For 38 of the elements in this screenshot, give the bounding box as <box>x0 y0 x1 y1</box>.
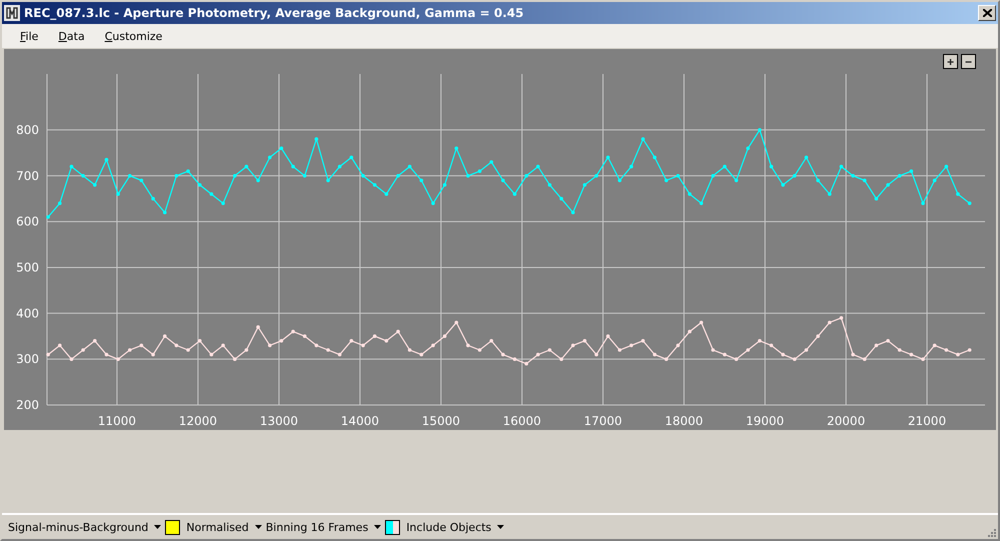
close-icon <box>982 9 992 17</box>
x-tick-label: 16000 <box>502 414 542 428</box>
y-tick-label: 800 <box>16 122 39 137</box>
y-tick-label: 200 <box>16 398 39 412</box>
x-tick-label: 15000 <box>422 414 460 428</box>
color-swatch[interactable] <box>165 520 180 534</box>
x-tick-label: 12000 <box>178 414 218 428</box>
dropdown-label[interactable]: Binning 16 Frames <box>266 520 368 534</box>
dropdown-label[interactable]: Normalised <box>186 520 249 534</box>
dropdown-label[interactable]: Signal-minus-Background <box>8 520 148 534</box>
caret-icon <box>254 525 262 529</box>
x-tick-label: 20000 <box>826 414 866 428</box>
x-tick-label: 19000 <box>746 414 784 428</box>
resize-grip-icon <box>986 527 996 537</box>
x-tick-label: 17000 <box>584 414 622 428</box>
y-tick-label: 500 <box>16 260 39 274</box>
menu-item[interactable]: Data <box>48 28 95 44</box>
x-tick-label: 11000 <box>98 414 136 428</box>
y-tick-label: 600 <box>16 214 39 229</box>
menu-item[interactable]: File <box>10 28 48 44</box>
x-tick-label: 21000 <box>908 414 946 428</box>
x-tick-label: 13000 <box>260 414 298 428</box>
window-title: REC_087.3.lc - Aperture Photometry, Average Background, Gamma = 0.45 <box>24 6 525 20</box>
dropdown-label[interactable]: Include Objects <box>406 520 492 534</box>
color-swatch[interactable] <box>385 520 400 534</box>
menu-item[interactable]: Customize <box>94 28 172 44</box>
x-tick-label: 14000 <box>340 414 380 428</box>
close-button[interactable] <box>978 5 996 21</box>
caret-icon <box>154 525 162 529</box>
app-icon <box>4 5 20 21</box>
x-tick-label: 18000 <box>664 414 704 428</box>
y-tick-label: 400 <box>16 306 39 320</box>
y-tick-label: 300 <box>16 352 39 366</box>
zoom-button[interactable]: − <box>961 54 976 69</box>
y-tick-label: 700 <box>16 168 39 183</box>
caret-icon <box>374 525 382 529</box>
caret-icon <box>497 525 504 529</box>
zoom-button[interactable]: + <box>943 54 958 69</box>
